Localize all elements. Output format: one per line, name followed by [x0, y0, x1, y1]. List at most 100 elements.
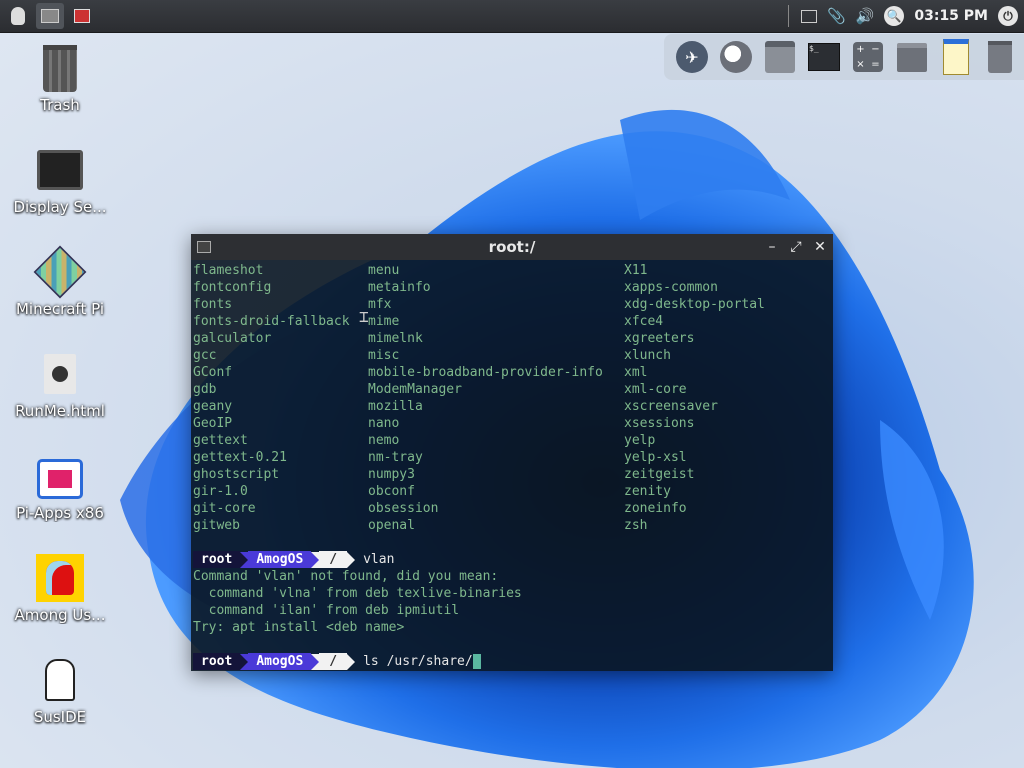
- window-controls: – ⤢ ✕: [765, 238, 827, 256]
- ls-entry: flameshot: [193, 263, 264, 278]
- ls-column-2: menu metainfo mfx mime mimelnk misc mobile-bro…: [368, 262, 624, 534]
- output-line: command 'vlna' from deb texlive-binaries: [193, 586, 522, 601]
- app-menu-button[interactable]: [4, 3, 32, 29]
- ls-column-1: flameshot fontconfig fonts fonts-droid-fall…: [193, 262, 368, 534]
- screen-icon[interactable]: [800, 9, 817, 23]
- taskbar-terminal-button[interactable]: [36, 3, 64, 29]
- ls-entry: xapps-common: [624, 280, 718, 295]
- pi-apps-icon: [37, 459, 83, 499]
- search-icon[interactable]: 🔍: [884, 6, 905, 26]
- ls-entry: mime: [368, 314, 400, 329]
- trash-icon: [43, 44, 77, 92]
- prompt-host: AmogOS: [248, 551, 312, 568]
- calculator-icon: + − × =: [853, 42, 883, 72]
- ls-entry: xscreensaver: [624, 399, 718, 414]
- prompt-dir: /: [319, 653, 348, 670]
- ls-entry: metainfo: [368, 280, 431, 295]
- folder-icon: [897, 42, 927, 72]
- dock-terminal[interactable]: $_: [806, 39, 842, 75]
- power-icon[interactable]: ⏻: [998, 6, 1018, 26]
- ls-entry: fonts: [193, 297, 233, 312]
- ls-entry: ghostscript: [193, 467, 280, 482]
- taskbar-window-button[interactable]: [68, 3, 96, 29]
- ls-entry: nemo: [368, 433, 400, 448]
- prompt-line-2: root AmogOS / ls /usr/share/: [193, 653, 833, 670]
- clock[interactable]: 03:15 PM: [914, 8, 988, 24]
- desktop-icon-pi-apps[interactable]: Pi-Apps x86: [4, 452, 116, 522]
- ls-entry: obsession: [368, 501, 439, 516]
- desktop-icon-label: RunMe.html: [15, 402, 105, 420]
- desktop-icon-display-settings[interactable]: Display Se...: [4, 146, 116, 216]
- trash-icon: [988, 41, 1012, 73]
- minimize-button[interactable]: –: [765, 238, 779, 256]
- output-line: command 'ilan' from deb ipmiutil: [193, 603, 460, 618]
- desktop-icon-runme[interactable]: RunMe.html: [4, 350, 116, 420]
- dock-text-editor[interactable]: [938, 39, 974, 75]
- ls-entry: xml: [624, 365, 648, 380]
- terminal-output[interactable]: flameshot fontconfig fonts fonts-droid-fall…: [191, 260, 833, 670]
- ls-entry: zeitgeist: [624, 467, 695, 482]
- desktop-icon-label: Among Us...: [14, 606, 106, 624]
- desktop-icon-label: SusIDE: [33, 708, 87, 726]
- ls-entry: gettext-0.21: [193, 450, 287, 465]
- file-manager-icon: [765, 41, 795, 73]
- dock-folder[interactable]: [894, 39, 930, 75]
- firefox-icon: [720, 41, 752, 73]
- desktop-icon-minecraft-pi[interactable]: Minecraft Pi: [4, 245, 116, 318]
- dock-calculator[interactable]: + − × =: [850, 39, 886, 75]
- ls-entry: xsessions: [624, 416, 695, 431]
- ls-entry: xml-core: [624, 382, 687, 397]
- desktop-icon-label: Pi-Apps x86: [16, 504, 104, 522]
- ls-entry: geany: [193, 399, 233, 414]
- ls-entry: gettext: [193, 433, 248, 448]
- ls-entry: git-core: [193, 501, 256, 516]
- close-button[interactable]: ✕: [813, 238, 827, 256]
- command-input[interactable]: ls /usr/share/: [363, 653, 473, 670]
- ls-entry: zsh: [624, 518, 648, 533]
- maximize-button[interactable]: ⤢: [789, 238, 803, 256]
- terminal-window[interactable]: root:/ – ⤢ ✕ flameshot fontconfig fonts fon…: [191, 234, 833, 671]
- command-text: vlan: [363, 552, 395, 567]
- ls-entry: ModemManager: [368, 382, 462, 397]
- ls-entry: obconf: [368, 484, 415, 499]
- ls-entry: openal: [368, 518, 415, 533]
- prompt-user: root: [193, 551, 241, 568]
- terminal-icon: $_: [808, 43, 840, 71]
- output-line: Try: apt install <deb name>: [193, 620, 405, 635]
- desktop-icon-trash[interactable]: Trash: [4, 44, 116, 114]
- html-file-icon: [44, 354, 76, 394]
- rocket-icon: ✈: [676, 41, 708, 73]
- ls-entry: galculator: [193, 331, 272, 346]
- desktop-icon-label: Minecraft Pi: [15, 300, 104, 318]
- ls-entry: yelp: [624, 433, 656, 448]
- dock: ✈ $_ + − × =: [664, 34, 1024, 80]
- ls-entry: misc: [368, 348, 400, 363]
- desktop-icon-suside[interactable]: SusIDE: [4, 656, 116, 726]
- ls-entry: numpy3: [368, 467, 415, 482]
- ls-entry: gcc: [193, 348, 217, 363]
- terminal-window-icon: [41, 9, 59, 23]
- ls-entry: gdb: [193, 382, 217, 397]
- paperclip-icon[interactable]: 📎: [827, 7, 846, 25]
- ls-entry: nm-tray: [368, 450, 423, 465]
- top-panel: 📎 🔊 🔍 03:15 PM ⏻: [0, 0, 1024, 33]
- ls-entry: gitweb: [193, 518, 240, 533]
- ls-entry: GConf: [193, 365, 233, 380]
- prompt-user: root: [193, 653, 241, 670]
- volume-icon[interactable]: 🔊: [856, 7, 875, 25]
- dock-files[interactable]: [762, 39, 798, 75]
- prompt-line-1: root AmogOS / vlan: [193, 551, 833, 568]
- ls-entry: zoneinfo: [624, 501, 687, 516]
- terminal-app-icon: [197, 241, 211, 253]
- desktop-icon-among-us[interactable]: Among Us...: [4, 554, 116, 624]
- dock-browser[interactable]: [718, 39, 754, 75]
- dock-trash[interactable]: [982, 39, 1018, 75]
- terminal-titlebar[interactable]: root:/ – ⤢ ✕: [191, 234, 833, 260]
- amogos-logo-icon: [11, 7, 25, 25]
- ls-entry: xfce4: [624, 314, 664, 329]
- dock-launcher[interactable]: ✈: [674, 39, 710, 75]
- ls-entry: menu: [368, 263, 400, 278]
- ls-entry: gir-1.0: [193, 484, 248, 499]
- ls-entry: xlunch: [624, 348, 671, 363]
- system-tray: 📎 🔊 🔍 03:15 PM ⏻: [787, 0, 1024, 32]
